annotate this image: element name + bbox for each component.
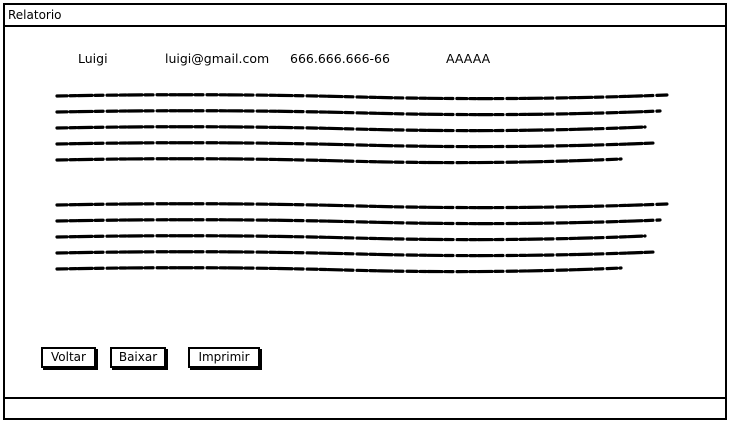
record-name: Luigi xyxy=(78,51,108,66)
report-text-block-1 xyxy=(55,93,669,165)
record-email: luigi@gmail.com xyxy=(165,51,270,66)
report-text-block-2 xyxy=(55,202,669,274)
window-title: Relatorio xyxy=(8,8,62,22)
print-button[interactable]: Imprimir xyxy=(188,347,260,368)
report-window: Relatorio Luigi luigi@gmail.com 666.666.… xyxy=(3,3,727,420)
status-bar xyxy=(5,397,725,418)
record-code: AAAAA xyxy=(446,51,491,66)
back-button[interactable]: Voltar xyxy=(41,347,96,368)
download-button[interactable]: Baixar xyxy=(110,347,166,368)
title-bar: Relatorio xyxy=(5,5,725,27)
record-phone: 666.666.666-66 xyxy=(290,51,390,66)
